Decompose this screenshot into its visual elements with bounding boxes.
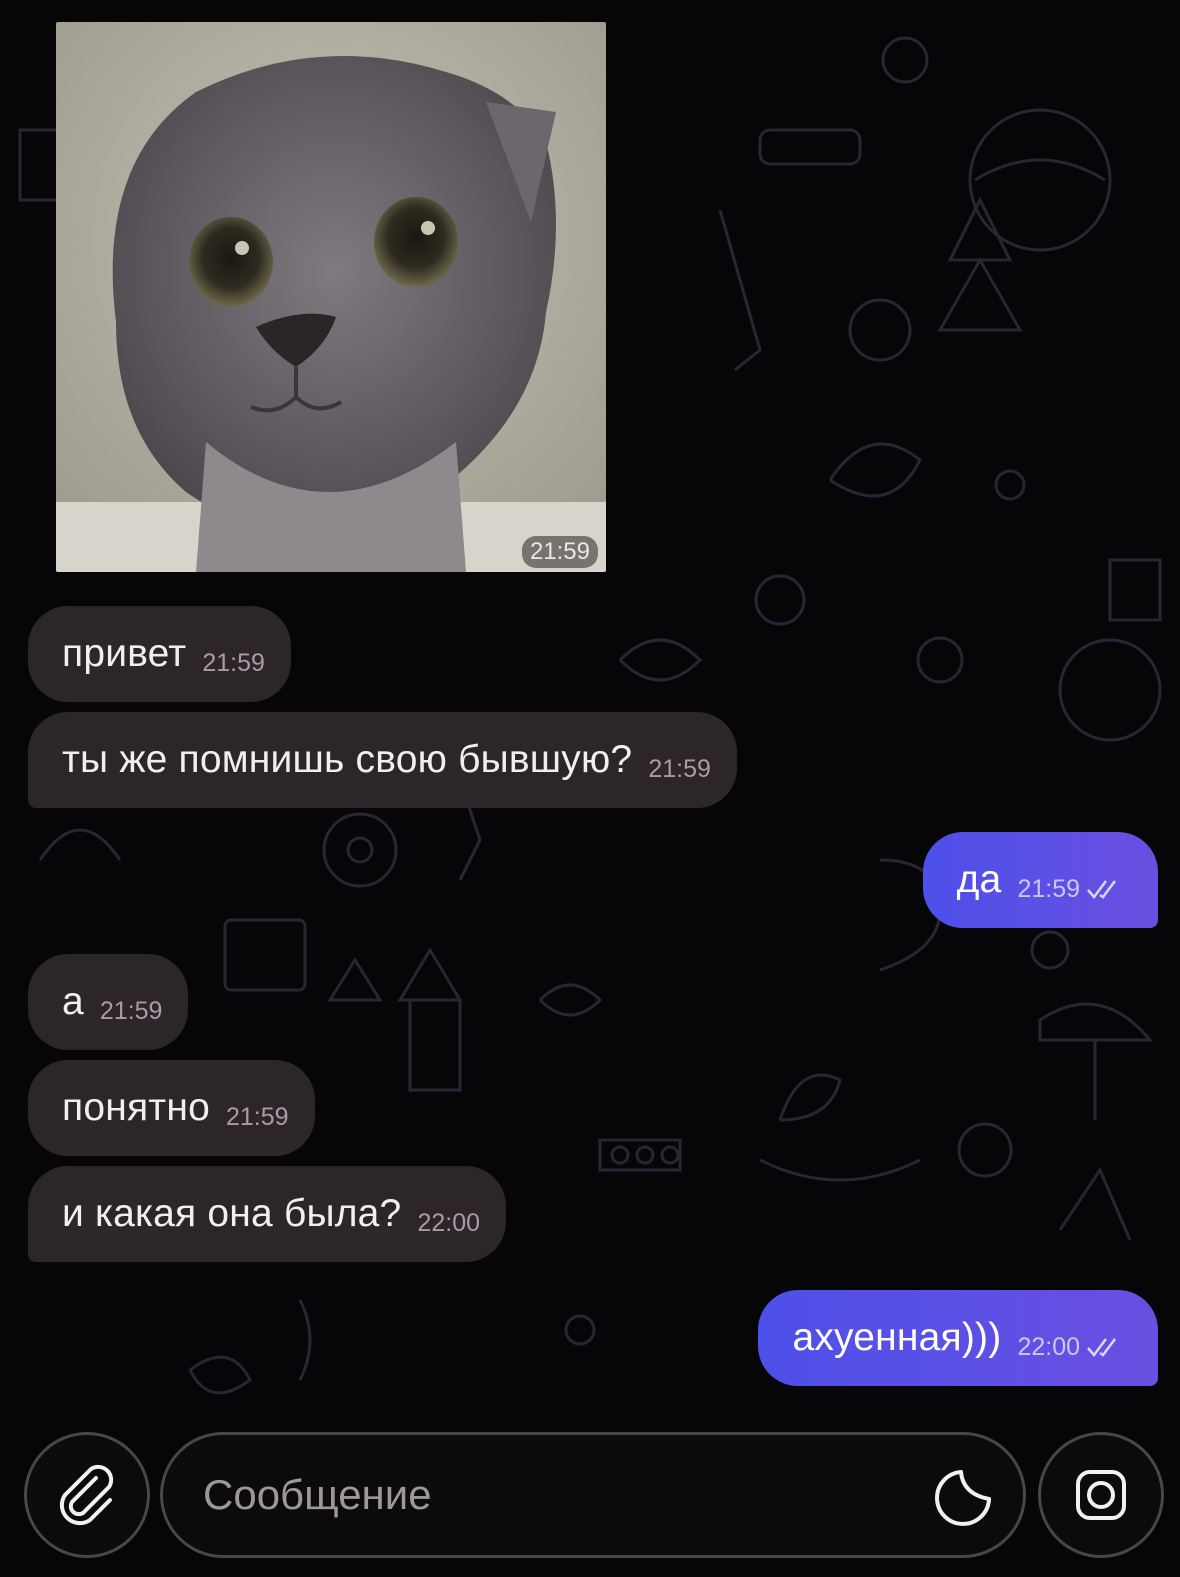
incoming-message[interactable]: ты же помнишь свою бывшую? 21:59 — [28, 712, 737, 808]
message-text: ахуенная))) — [792, 1316, 1002, 1359]
message-text: привет — [62, 632, 187, 675]
incoming-message[interactable]: и какая она была? 22:00 — [28, 1166, 507, 1262]
message-time: 21:59 — [99, 996, 163, 1025]
message-composer: Сообщение — [0, 1420, 1180, 1572]
message-text: ты же помнишь свою бывшую? — [62, 738, 633, 781]
message-time: 21:59 — [648, 754, 711, 783]
message-time: 21:59 — [1017, 874, 1080, 903]
camera-icon — [1076, 1470, 1126, 1520]
incoming-message[interactable]: привет 21:59 — [28, 606, 291, 702]
message-time: 21:59 — [225, 1102, 289, 1131]
message-time: 21:59 — [202, 648, 265, 677]
sticker-icon[interactable] — [933, 1465, 995, 1527]
message-text: да — [956, 858, 1002, 901]
double-check-icon — [1086, 878, 1122, 900]
photo-message[interactable]: 21:59 — [56, 22, 606, 572]
outgoing-message[interactable]: да 21:59 — [922, 832, 1158, 928]
message-input-placeholder: Сообщение — [203, 1471, 432, 1518]
paperclip-icon — [59, 1464, 114, 1526]
message-time: 22:00 — [1017, 1332, 1080, 1361]
double-check-icon — [1086, 1336, 1122, 1358]
cat-photo — [56, 22, 606, 572]
outgoing-message[interactable]: ахуенная))) 22:00 — [758, 1290, 1158, 1386]
message-text: и какая она была? — [62, 1192, 402, 1235]
message-text: понятно — [62, 1086, 210, 1129]
message-text: а — [62, 980, 84, 1023]
message-input[interactable]: Сообщение — [160, 1432, 1026, 1558]
incoming-message[interactable]: а 21:59 — [28, 954, 189, 1050]
attach-button[interactable] — [24, 1432, 150, 1558]
incoming-message[interactable]: понятно 21:59 — [28, 1060, 315, 1156]
camera-button[interactable] — [1038, 1432, 1164, 1558]
message-time: 22:00 — [417, 1208, 481, 1237]
photo-message-time: 21:59 — [521, 536, 598, 568]
